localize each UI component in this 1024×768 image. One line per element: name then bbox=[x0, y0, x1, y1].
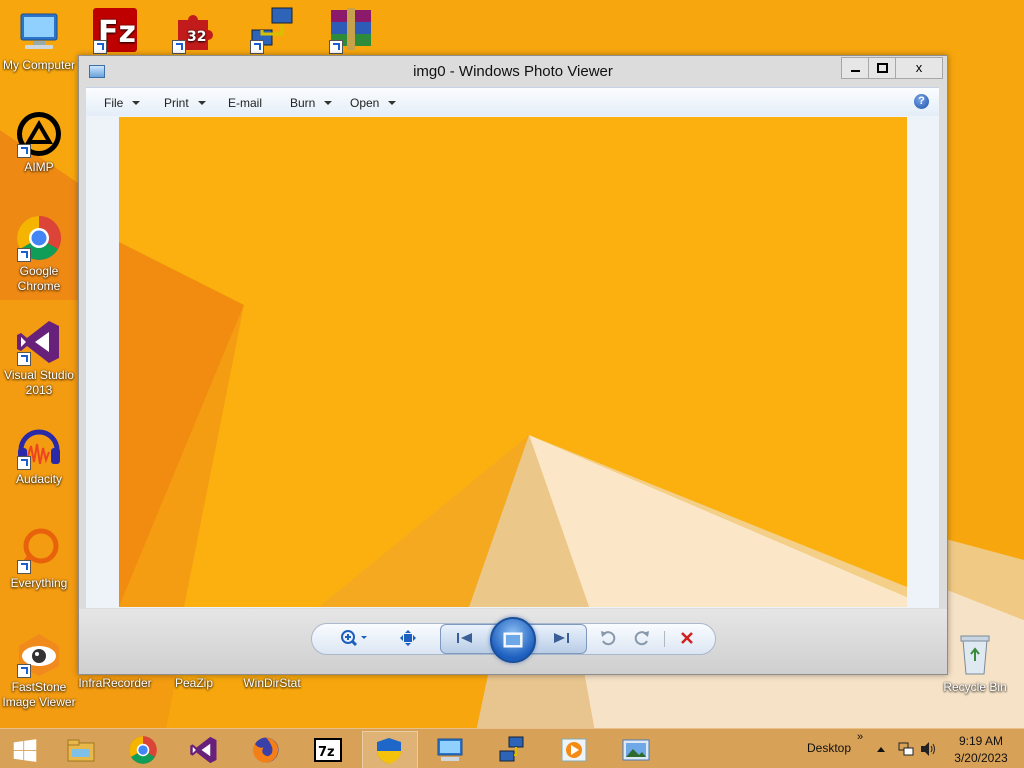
svg-text:32: 32 bbox=[187, 29, 206, 45]
minimize-button[interactable] bbox=[841, 57, 869, 79]
chevron-down-icon bbox=[132, 101, 141, 105]
menu-burn[interactable]: Burn bbox=[290, 96, 333, 110]
desktop-icon-label: FastStone Image Viewer bbox=[2, 680, 76, 709]
desktop-icon-label: WinDirStat bbox=[243, 676, 301, 690]
clock-date[interactable]: 3/20/2023 bbox=[950, 751, 1012, 765]
slideshow-button[interactable] bbox=[490, 617, 536, 663]
desktop-icon-my-computer[interactable]: My Computer bbox=[0, 8, 78, 73]
chrome-icon bbox=[129, 736, 157, 764]
previous-icon[interactable] bbox=[454, 630, 476, 646]
svg-text:7z: 7z bbox=[318, 745, 335, 760]
desktop-icon-winrar[interactable] bbox=[312, 6, 390, 56]
chevron-down-icon bbox=[324, 101, 333, 105]
desktop-icon-faststone[interactable]: FastStone Image Viewer bbox=[0, 630, 78, 710]
taskbar: 7z Desktop » 9:19 AM 3/20/2023 bbox=[0, 728, 1024, 768]
volume-icon[interactable] bbox=[920, 741, 938, 757]
menu-print-label: Print bbox=[164, 96, 189, 110]
menu-open-label: Open bbox=[350, 96, 380, 110]
clock-time[interactable]: 9:19 AM bbox=[955, 734, 1007, 748]
taskbar-photo-viewer[interactable] bbox=[610, 731, 664, 767]
menu-open[interactable]: Open bbox=[350, 96, 397, 110]
firefox-icon bbox=[253, 737, 279, 763]
file-explorer-icon bbox=[67, 739, 95, 762]
desktop-icon-label: PeaZip bbox=[174, 676, 214, 690]
desktop-icon-puzzle-32[interactable]: 32 bbox=[155, 6, 233, 56]
shield-icon bbox=[377, 738, 401, 764]
computer-icon bbox=[20, 13, 58, 49]
window-title: img0 - Windows Photo Viewer bbox=[413, 63, 613, 80]
desktop: My Computer AIMP Google Chrome Visual St… bbox=[0, 0, 1024, 768]
fit-to-window-icon[interactable] bbox=[399, 629, 417, 647]
desktop-icon-everything[interactable]: Everything bbox=[0, 526, 78, 591]
photo-viewer-window: img0 - Windows Photo Viewer x File Print… bbox=[78, 55, 948, 675]
desktop-icon-label: InfraRecorder bbox=[78, 676, 152, 690]
7zip-icon: 7z bbox=[314, 738, 342, 762]
desktop-icon-label: Google Chrome bbox=[17, 264, 61, 293]
taskbar-media-player[interactable] bbox=[548, 731, 602, 767]
menu-email[interactable]: E-mail bbox=[228, 96, 262, 110]
start-button[interactable] bbox=[0, 731, 50, 767]
menu-file[interactable]: File bbox=[104, 96, 141, 110]
taskbar-file-explorer[interactable] bbox=[55, 731, 109, 767]
delete-icon[interactable] bbox=[679, 630, 695, 646]
rotate-clockwise-icon[interactable] bbox=[633, 629, 651, 647]
show-hidden-icons-icon[interactable] bbox=[876, 745, 886, 753]
desktop-icon-audacity[interactable]: Audacity bbox=[0, 422, 78, 487]
desktop-icon-label: Recycle Bin bbox=[943, 680, 1007, 694]
media-player-icon bbox=[561, 738, 587, 762]
desktop-icon-network[interactable] bbox=[233, 6, 311, 56]
rotate-counterclockwise-icon[interactable] bbox=[599, 629, 617, 647]
taskbar-security-shield[interactable] bbox=[362, 731, 418, 768]
computer-icon bbox=[437, 738, 463, 761]
network-tray-icon[interactable] bbox=[898, 741, 914, 757]
chevron-down-icon bbox=[388, 101, 397, 105]
separator bbox=[664, 631, 665, 647]
next-icon[interactable] bbox=[550, 630, 572, 646]
start-icon bbox=[13, 739, 37, 762]
control-bar bbox=[79, 609, 947, 674]
maximize-button[interactable] bbox=[868, 57, 896, 79]
taskbar-network[interactable] bbox=[486, 731, 540, 767]
slideshow-icon bbox=[503, 632, 523, 648]
desktop-icon-label: Audacity bbox=[15, 472, 63, 486]
desktop-toolbar-label[interactable]: Desktop bbox=[807, 741, 851, 755]
toolbar-chevron-icon[interactable]: » bbox=[857, 731, 863, 743]
desktop-icon-label: My Computer bbox=[2, 58, 76, 72]
photo-viewer-icon bbox=[622, 739, 650, 761]
zoom-icon[interactable] bbox=[339, 628, 371, 648]
menu-file-label: File bbox=[104, 96, 124, 110]
menu-burn-label: Burn bbox=[290, 96, 316, 110]
taskbar-visual-studio[interactable] bbox=[178, 731, 232, 767]
title-bar[interactable]: img0 - Windows Photo Viewer x bbox=[79, 56, 947, 86]
desktop-icon-aimp[interactable]: AIMP bbox=[0, 110, 78, 175]
chevron-down-icon bbox=[197, 101, 206, 105]
image-view-area bbox=[86, 116, 939, 608]
menu-email-label: E-mail bbox=[228, 96, 263, 110]
desktop-icon-filezilla[interactable]: Fz bbox=[76, 6, 154, 56]
taskbar-firefox[interactable] bbox=[240, 731, 294, 767]
taskbar-chrome[interactable] bbox=[117, 731, 171, 767]
taskbar-computer[interactable] bbox=[424, 731, 478, 767]
help-icon[interactable]: ? bbox=[914, 94, 929, 109]
desktop-icon-label: Visual Studio 2013 bbox=[4, 368, 74, 397]
visual-studio-icon bbox=[190, 736, 217, 764]
menu-print[interactable]: Print bbox=[164, 96, 206, 110]
menu-bar: File Print E-mail Burn Open ? bbox=[86, 87, 939, 117]
desktop-icon-google-chrome[interactable]: Google Chrome bbox=[0, 214, 78, 294]
taskbar-7zip[interactable]: 7z bbox=[302, 731, 356, 767]
recycle-bin-icon bbox=[960, 635, 990, 675]
desktop-icon-label: AIMP bbox=[24, 160, 54, 174]
network-icon bbox=[499, 736, 524, 762]
close-button[interactable]: x bbox=[895, 57, 943, 79]
displayed-photo bbox=[119, 117, 907, 607]
desktop-icon-label: Everything bbox=[10, 576, 68, 590]
desktop-icon-visual-studio[interactable]: Visual Studio 2013 bbox=[0, 318, 78, 398]
